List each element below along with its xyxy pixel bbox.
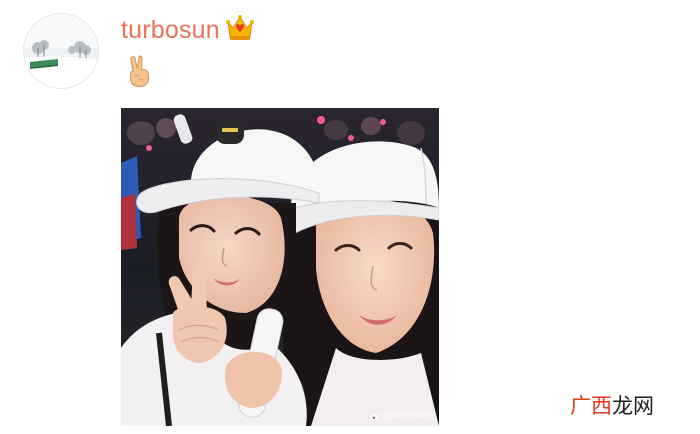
weibo-post: turbosun @turbosun 广西龙网 — [0, 0, 700, 434]
user-avatar[interactable] — [23, 13, 99, 89]
post-photo[interactable]: @turbosun — [121, 108, 439, 426]
username[interactable]: turbosun — [121, 15, 220, 45]
photo-watermark: @turbosun — [370, 411, 431, 421]
victory-hand-emoji — [124, 54, 154, 88]
selfie-photo-illustration — [121, 108, 439, 426]
avatar-landscape-image — [24, 14, 98, 88]
site-brand-part2: 龙网 — [612, 394, 654, 418]
crown-vip-icon[interactable] — [225, 12, 255, 42]
watermark-text: @turbosun — [381, 411, 431, 421]
site-brand-part1: 广西 — [570, 394, 612, 418]
site-brand-watermark: 广西龙网 — [570, 393, 654, 419]
weibo-logo-icon — [370, 412, 380, 421]
